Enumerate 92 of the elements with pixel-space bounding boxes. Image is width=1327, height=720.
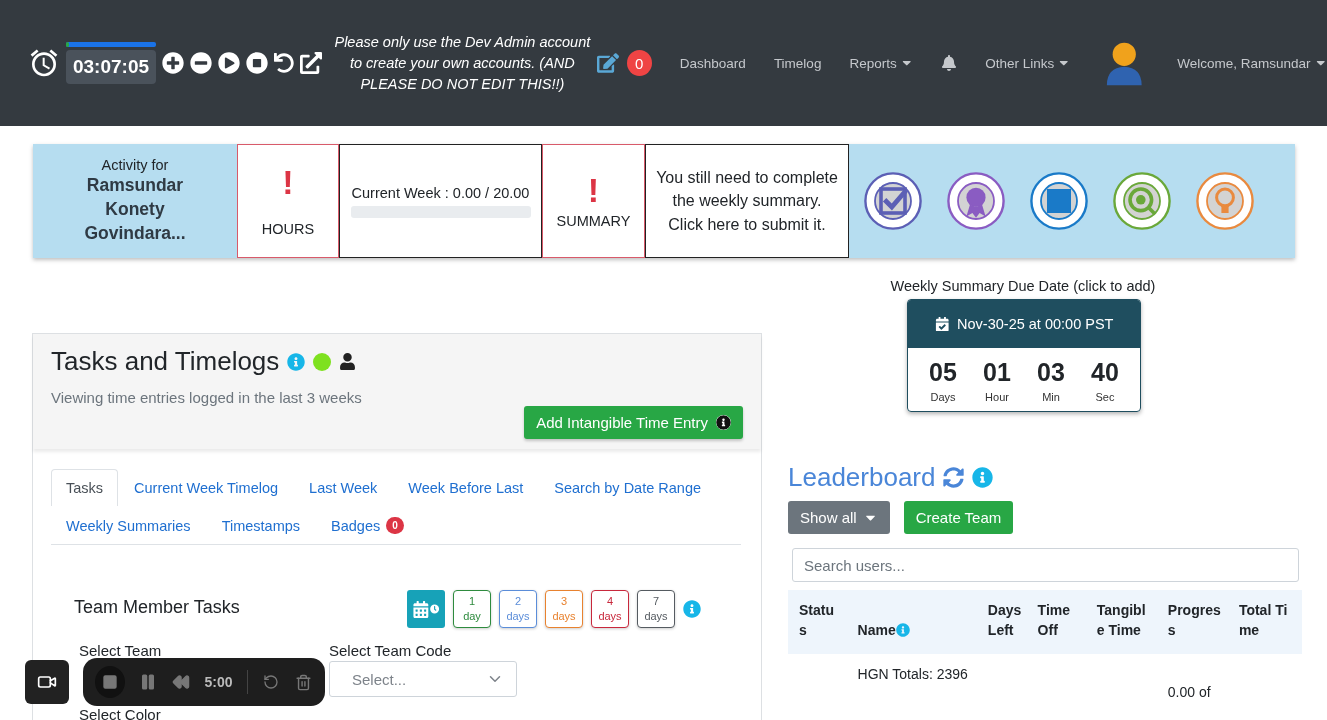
tab[interactable]: Current Week Timelog [119, 469, 294, 506]
tab[interactable]: Week Before Last [393, 469, 539, 506]
magnifier-badge-icon[interactable] [1112, 171, 1172, 231]
count-badge: 0 [386, 517, 404, 534]
column-header: Total Time [1230, 590, 1302, 654]
countdown-value: 05 [929, 358, 957, 387]
add-icon[interactable] [162, 52, 184, 74]
lightbulb-badge-icon[interactable] [1195, 171, 1255, 231]
refresh-icon[interactable] [943, 467, 965, 488]
notification-count[interactable]: 0 [626, 50, 652, 76]
panel-title: Tasks and Timelogs [51, 346, 280, 377]
external-link-icon[interactable] [300, 52, 322, 74]
column-header: Progress [1159, 590, 1231, 654]
ribbon-badge-icon[interactable] [946, 171, 1006, 231]
countdown-value: 01 [983, 358, 1011, 387]
rewind-button[interactable] [171, 672, 191, 692]
panel-subtitle: Viewing time entries logged in the last 3 weeks [51, 389, 363, 406]
stop-button[interactable] [95, 666, 125, 698]
tab[interactable]: Badges 0 [316, 506, 419, 544]
delete-button[interactable] [294, 672, 313, 692]
countdown-unit: Sec [1095, 391, 1115, 403]
stop-icon [102, 674, 118, 690]
field-label: Select Team [79, 642, 163, 659]
edit-icon[interactable] [596, 52, 619, 74]
section-title: Team Member Tasks [74, 597, 240, 618]
column-header: Days Left [979, 590, 1030, 654]
countdown-unit: Days [930, 391, 956, 403]
undo-icon[interactable] [274, 53, 294, 73]
play-icon[interactable] [218, 52, 240, 74]
day-range-button[interactable]: 2 days [499, 590, 537, 628]
alarm-clock-icon[interactable] [28, 47, 60, 79]
nav-link[interactable]: Timelog [773, 55, 822, 71]
tab[interactable]: Search by Date Range [539, 469, 716, 506]
user-menu[interactable]: Welcome, Ramsundar [1177, 55, 1327, 71]
user-name: Ramsundar Konety Govindara... [83, 174, 187, 245]
day-range-button[interactable]: 7 days [637, 590, 675, 628]
square-badge-icon[interactable] [1029, 171, 1089, 231]
countdown-value: 03 [1037, 358, 1065, 387]
nav-dropdown[interactable]: Other Links [985, 55, 1071, 71]
column-header: Time Off [1029, 590, 1089, 654]
tab[interactable]: Tasks [51, 469, 119, 506]
column-header: Name [849, 590, 980, 654]
nav-dropdown[interactable]: Reports [849, 55, 914, 71]
countdown-value: 40 [1091, 358, 1119, 387]
bell-icon[interactable] [941, 55, 958, 71]
current-week-label: Current Week : 0.00 / 20.00 [351, 184, 530, 201]
notice-text: Please only use the Dev Admin account to create your own accounts. (AND PLEASE DO NOT EDIT THIS!!) [333, 32, 592, 94]
hours-card[interactable]: ! HOURS [237, 144, 339, 258]
summary-card[interactable]: ! SUMMARY [542, 144, 645, 258]
due-date: Nov-30-25 at 00:00 PST [957, 316, 1114, 332]
countdown-unit: Min [1042, 391, 1060, 403]
field-label: Select Team Code [329, 642, 453, 659]
camera-button[interactable] [25, 660, 69, 704]
create-team-button[interactable]: Create Team [903, 501, 1014, 534]
calendar-icon [934, 316, 950, 332]
table-cell: 0.00 of [1159, 654, 1231, 700]
stop-icon[interactable] [246, 52, 268, 74]
field-label: Select Color [79, 706, 162, 720]
nav-link[interactable]: Dashboard [679, 55, 746, 71]
clock-icon [429, 604, 439, 614]
summary-reminder-card[interactable]: You still need to complete the weekly summary. Click here to submit it. [645, 144, 849, 258]
restart-button[interactable] [261, 672, 281, 692]
alert-mark: ! [282, 165, 294, 199]
add-time-entry-button[interactable]: Add Intangible Time Entry [524, 406, 743, 439]
activity-caption: Activity for [101, 157, 169, 173]
table-cell: HGN Totals: 2396 [849, 654, 1089, 700]
leaderboard-title: Leaderboard [788, 462, 936, 493]
search-field[interactable]: Search users... [792, 548, 1299, 582]
alert-mark: ! [587, 173, 600, 207]
calendar-icon [413, 600, 429, 618]
day-range-button[interactable]: 1 day [453, 590, 491, 628]
info-icon[interactable] [716, 415, 731, 430]
timer-display: 03:07:05 [66, 50, 156, 84]
column-header: Status [788, 590, 850, 654]
hours-label: HOURS [261, 221, 315, 237]
team-code-select[interactable]: Select... [329, 661, 517, 697]
day-range-button[interactable]: 3 days [545, 590, 583, 628]
minus-icon[interactable] [190, 52, 212, 74]
tab[interactable]: Weekly Summaries [51, 506, 206, 544]
column-header: Tangible Time [1088, 590, 1160, 654]
summary-reminder[interactable]: You still need to complete the weekly summary. Click here to submit it. [646, 165, 848, 237]
tab[interactable]: Timestamps [206, 506, 316, 544]
tab[interactable]: Last Week [294, 469, 393, 506]
summary-label: SUMMARY [556, 213, 631, 229]
filter-dropdown[interactable]: Show all [788, 501, 890, 534]
calendar-clock-button[interactable] [407, 590, 445, 628]
day-range-button[interactable]: 4 days [591, 590, 629, 628]
due-date-title[interactable]: Weekly Summary Due Date (click to add) [788, 278, 1258, 294]
recorder-time: 5:00 [204, 674, 233, 690]
countdown-unit: Hour [985, 391, 1009, 403]
checkbox-badge-icon[interactable] [863, 171, 923, 231]
user-icon[interactable] [339, 353, 357, 370]
